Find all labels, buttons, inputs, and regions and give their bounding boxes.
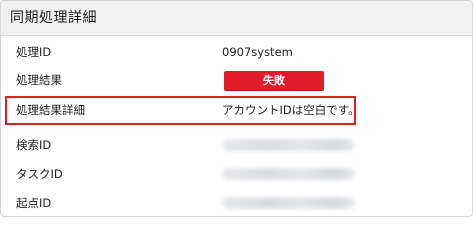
- highlight-annotation: [5, 96, 356, 125]
- panel-title: 同期処理詳細: [10, 10, 97, 26]
- row-search-id: 検索ID: [1, 132, 472, 159]
- status-badge: 失敗: [224, 71, 324, 91]
- row-task-id: タスクID: [1, 161, 472, 188]
- process-result-label: 処理結果: [16, 73, 62, 87]
- process-id-label: 処理ID: [16, 45, 52, 59]
- panel-header: 同期処理詳細: [1, 1, 472, 36]
- row-process-id: 処理ID 0907system: [1, 39, 472, 66]
- task-id-label: タスクID: [16, 167, 63, 181]
- row-process-result: 処理結果 失敗: [1, 67, 472, 94]
- sync-process-detail-panel: 同期処理詳細 処理ID 0907system 処理結果 失敗 処理結果詳細 アカ…: [0, 0, 473, 217]
- redacted-value: [222, 139, 355, 151]
- row-origin-id: 起点ID: [1, 190, 472, 216]
- origin-id-label: 起点ID: [16, 196, 52, 210]
- search-id-label: 検索ID: [16, 138, 52, 152]
- redacted-value: [222, 197, 355, 209]
- process-id-value: 0907system: [222, 45, 293, 59]
- redacted-value: [222, 168, 355, 180]
